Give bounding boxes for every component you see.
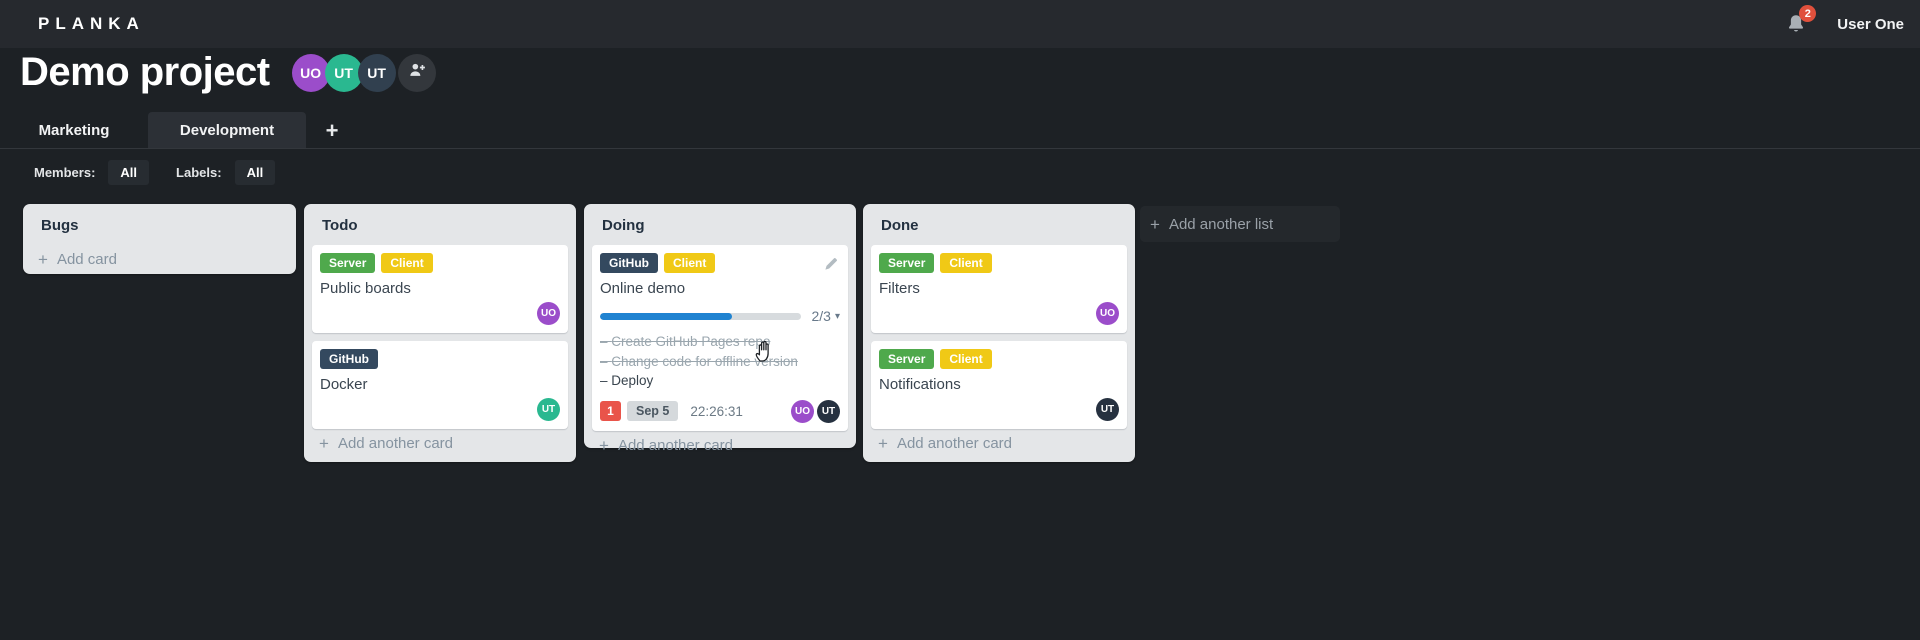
avatar[interactable]: UO	[1096, 302, 1119, 325]
card-notifications[interactable]: Server Client Notifications UT	[871, 341, 1127, 429]
card-docker[interactable]: GitHub Docker UT	[312, 341, 568, 429]
progress-fill	[600, 312, 733, 320]
card-name: Docker	[320, 376, 368, 393]
members-filter-label: Members:	[34, 165, 96, 180]
label-chip[interactable]: Client	[664, 253, 716, 273]
add-member-button[interactable]	[397, 53, 436, 92]
bell-icon	[1785, 15, 1807, 40]
tasks-progress: 2/3 ▾	[600, 308, 840, 324]
label-chip[interactable]: GitHub	[320, 349, 378, 369]
project-header: Demo project UO UT UT	[20, 50, 436, 95]
add-card-label: Add another card	[617, 436, 734, 454]
add-list-label: Add another list	[1168, 215, 1274, 233]
card-name: Notifications	[879, 376, 961, 393]
avatar[interactable]: UT	[537, 398, 560, 421]
tab-marketing[interactable]: Marketing	[0, 112, 148, 149]
task-item[interactable]: – Deploy	[600, 371, 840, 391]
avatar[interactable]: UT	[357, 53, 396, 92]
task-item[interactable]: – Change code for offline version	[600, 352, 840, 372]
list-title[interactable]: Todo	[312, 212, 568, 245]
card-online-demo[interactable]: GitHub Client Online demo 2/3 ▾ – Create…	[592, 245, 848, 431]
members-filter-value[interactable]: All	[108, 160, 150, 185]
plus-icon: +	[38, 250, 48, 269]
avatar[interactable]: UO	[291, 53, 330, 92]
progress-bar	[600, 312, 801, 320]
app-window: PLANKA 2 User One Demo project UO UT UT	[0, 0, 1920, 640]
notifications-button[interactable]: 2	[1785, 5, 1817, 36]
add-board-button[interactable]: +	[306, 112, 358, 149]
avatar[interactable]: UO	[791, 399, 814, 423]
project-title[interactable]: Demo project	[20, 50, 270, 95]
avatar[interactable]: UT	[1096, 398, 1119, 421]
planka-logo[interactable]: PLANKA	[38, 14, 145, 34]
card-notification-badge: 1	[600, 401, 621, 421]
pencil-icon	[825, 257, 838, 270]
list-done: Done Server Client Filters UO Server Cli…	[863, 204, 1135, 462]
progress-count: 2/3	[811, 308, 831, 324]
avatar[interactable]: UT	[817, 399, 840, 423]
filter-bar: Members: All Labels: All	[34, 160, 276, 185]
add-card-button[interactable]: + Add card	[31, 245, 288, 271]
task-bullet: –	[600, 353, 608, 369]
list-doing: Doing GitHub Client Online demo 2/3 ▾ – …	[584, 204, 856, 454]
due-date-badge[interactable]: Sep 5	[627, 401, 679, 421]
plus-icon: +	[599, 435, 609, 455]
board-tabs: Marketing Development +	[0, 112, 358, 149]
list-todo: Todo Server Client Public boards UO GitH…	[304, 204, 576, 462]
plus-icon: +	[878, 434, 888, 453]
task-list: – Create GitHub Pages repo – Change code…	[600, 332, 840, 391]
card-name: Filters	[879, 280, 920, 297]
task-text: Create GitHub Pages repo	[611, 334, 771, 349]
top-bar: PLANKA 2 User One	[0, 0, 1920, 48]
tabs-divider	[0, 148, 1920, 149]
list-title[interactable]: Done	[871, 212, 1127, 245]
list-bugs: Bugs + Add card	[23, 204, 296, 274]
list-title[interactable]: Bugs	[31, 212, 288, 245]
task-text: Change code for offline version	[611, 353, 798, 369]
task-bullet: –	[600, 334, 608, 349]
label-chip[interactable]: Server	[879, 349, 935, 369]
add-card-button[interactable]: + Add another card	[312, 429, 568, 455]
add-card-label: Add card	[56, 251, 117, 268]
label-chip[interactable]: Server	[879, 253, 935, 273]
list-title[interactable]: Doing	[592, 212, 848, 245]
user-menu[interactable]: User One	[1837, 16, 1904, 33]
label-chip[interactable]: GitHub	[600, 253, 658, 273]
tab-development[interactable]: Development	[148, 112, 306, 149]
label-chip[interactable]: Client	[940, 253, 992, 273]
chevron-down-icon[interactable]: ▾	[835, 311, 840, 322]
card-name: Online demo	[600, 280, 686, 297]
label-chip[interactable]: Server	[320, 253, 376, 273]
task-bullet: –	[600, 373, 608, 388]
stopwatch-timer[interactable]: 22:26:31	[690, 404, 743, 419]
labels-filter-label: Labels:	[176, 165, 222, 180]
add-card-button[interactable]: + Add another card	[592, 431, 848, 457]
label-chip[interactable]: Client	[381, 253, 433, 273]
plus-icon: +	[319, 434, 329, 453]
task-item[interactable]: – Create GitHub Pages repo	[600, 332, 840, 352]
plus-icon: +	[1150, 214, 1160, 234]
edit-card-button[interactable]	[824, 256, 839, 276]
card-public-boards[interactable]: Server Client Public boards UO	[312, 245, 568, 333]
labels-filter-value[interactable]: All	[234, 160, 276, 185]
notification-count-badge[interactable]: 2	[1799, 5, 1817, 22]
add-list-button[interactable]: + Add another list	[1140, 206, 1340, 242]
card-name: Public boards	[320, 280, 411, 297]
add-card-label: Add another card	[896, 435, 1013, 452]
person-add-icon	[407, 60, 427, 85]
card-filters[interactable]: Server Client Filters UO	[871, 245, 1127, 333]
add-card-button[interactable]: + Add another card	[871, 429, 1127, 455]
avatar[interactable]: UO	[537, 302, 560, 325]
add-card-label: Add another card	[337, 435, 454, 452]
project-members: UO UT UT	[291, 53, 436, 92]
label-chip[interactable]: Client	[940, 349, 992, 369]
task-text: Deploy	[611, 373, 654, 388]
avatar[interactable]: UT	[324, 53, 363, 92]
